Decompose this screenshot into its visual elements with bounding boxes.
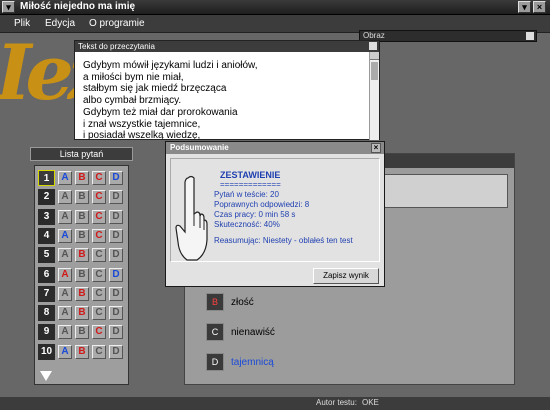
text-line: stałbym się jak miedź brzęcząca bbox=[83, 83, 227, 95]
scroll-thumb[interactable] bbox=[371, 62, 378, 80]
answer-mark-b[interactable]: B bbox=[75, 228, 89, 243]
answer-mark-a[interactable]: A bbox=[58, 190, 72, 205]
question-number[interactable]: 2 bbox=[38, 189, 55, 206]
answer-mark-a[interactable]: A bbox=[58, 209, 72, 224]
answer-mark-b[interactable]: B bbox=[75, 171, 89, 185]
answer-option-b-button[interactable]: B bbox=[206, 293, 224, 311]
answer-mark-b[interactable]: B bbox=[75, 325, 89, 340]
questions-count: Pytań w teście: 20 bbox=[214, 190, 279, 199]
answer-mark-c[interactable]: C bbox=[92, 267, 106, 282]
answer-mark-c[interactable]: C bbox=[92, 325, 106, 340]
question-number[interactable]: 3 bbox=[38, 208, 55, 225]
answer-mark-b[interactable]: B bbox=[75, 286, 89, 301]
system-menu-icon[interactable]: ▾ bbox=[2, 1, 15, 13]
answer-mark-c[interactable]: C bbox=[92, 344, 106, 359]
answer-mark-c[interactable]: C bbox=[92, 248, 106, 263]
text-line: i znał wszystkie tajemnice, bbox=[83, 118, 201, 130]
question-number[interactable]: 8 bbox=[38, 305, 55, 322]
answer-mark-c[interactable]: C bbox=[92, 171, 106, 185]
scroll-down-arrow-icon[interactable] bbox=[40, 371, 52, 381]
answer-mark-d[interactable]: D bbox=[109, 306, 123, 321]
answer-mark-d[interactable]: D bbox=[109, 248, 123, 263]
dialog-close-icon[interactable]: × bbox=[371, 143, 381, 153]
minimize-icon[interactable]: ▾ bbox=[518, 1, 531, 13]
answer-option-text: złość bbox=[231, 297, 254, 308]
question-number[interactable]: 9 bbox=[38, 324, 55, 341]
window-title: Miłość niejedno ma imię bbox=[20, 1, 136, 12]
work-time: Czas pracy: 0 min 58 s bbox=[214, 210, 296, 219]
answer-mark-c[interactable]: C bbox=[92, 228, 106, 243]
answer-mark-a[interactable]: A bbox=[58, 344, 72, 359]
close-icon[interactable]: × bbox=[533, 1, 546, 13]
answer-option-text: tajemnicą bbox=[231, 357, 274, 368]
image-panel: Obraz bbox=[359, 30, 537, 42]
text-line: i posiadał wszelką wiedzę, bbox=[83, 130, 201, 139]
status-bar: Autor testu: OKE bbox=[0, 397, 550, 410]
text-line: albo cymbał brzmiący. bbox=[83, 95, 182, 107]
answer-mark-a[interactable]: A bbox=[58, 248, 72, 263]
reading-text: Gdybym mówił językami ludzi i aniołów, a … bbox=[75, 52, 369, 139]
question-list-button[interactable]: Lista pytań bbox=[30, 147, 133, 161]
image-panel-title: Obraz bbox=[363, 31, 385, 40]
title-bar: ▾ Miłość niejedno ma imię ▾ × bbox=[0, 0, 550, 15]
answer-mark-d[interactable]: D bbox=[109, 171, 123, 185]
dialog-title: Podsumowanie bbox=[170, 143, 229, 152]
question-number[interactable]: 4 bbox=[38, 227, 55, 244]
author-name: OKE bbox=[362, 398, 379, 407]
summary-heading: ZESTAWIENIE bbox=[220, 170, 281, 180]
text-line: a miłości bym nie miał, bbox=[83, 71, 184, 83]
image-panel-close-icon[interactable] bbox=[526, 32, 534, 40]
answer-mark-b[interactable]: B bbox=[75, 267, 89, 282]
answer-mark-c[interactable]: C bbox=[92, 306, 106, 321]
save-result-button[interactable]: Zapisz wynik bbox=[313, 268, 379, 284]
answer-mark-a[interactable]: A bbox=[58, 171, 72, 185]
answer-mark-a[interactable]: A bbox=[58, 306, 72, 321]
answer-mark-a[interactable]: A bbox=[58, 325, 72, 340]
question-number[interactable]: 1 bbox=[38, 170, 55, 186]
answer-option-c-button[interactable]: C bbox=[206, 323, 224, 341]
summary-separator: ============= bbox=[220, 180, 281, 189]
answer-mark-b[interactable]: B bbox=[75, 306, 89, 321]
dialog-header: Podsumowanie × bbox=[166, 142, 384, 154]
efficiency: Skuteczność: 40% bbox=[214, 220, 280, 229]
answer-mark-d[interactable]: D bbox=[109, 325, 123, 340]
text-panel: Tekst do przeczytania Gdybym mówił język… bbox=[74, 40, 380, 140]
answer-mark-d[interactable]: D bbox=[109, 209, 123, 224]
answer-mark-b[interactable]: B bbox=[75, 190, 89, 205]
text-scrollbar[interactable] bbox=[369, 52, 379, 140]
answer-option-text: nienawiść bbox=[231, 327, 275, 338]
answer-mark-b[interactable]: B bbox=[75, 209, 89, 224]
answer-mark-a[interactable]: A bbox=[58, 228, 72, 243]
answer-mark-c[interactable]: C bbox=[92, 209, 106, 224]
answer-mark-d[interactable]: D bbox=[109, 344, 123, 359]
summary-dialog: Podsumowanie × ZESTAWIENIE =============… bbox=[165, 141, 385, 287]
answer-mark-b[interactable]: B bbox=[75, 344, 89, 359]
pointing-hand-icon bbox=[175, 175, 208, 261]
answer-mark-d[interactable]: D bbox=[109, 267, 123, 282]
answer-mark-a[interactable]: A bbox=[58, 267, 72, 282]
question-number[interactable]: 10 bbox=[38, 343, 55, 360]
answer-mark-a[interactable]: A bbox=[58, 286, 72, 301]
text-line: Gdybym też miał dar prorokowania bbox=[83, 106, 238, 118]
text-panel-header: Tekst do przeczytania bbox=[75, 41, 379, 52]
correct-answers: Poprawnych odpowiedzi: 8 bbox=[214, 200, 310, 209]
text-line: Gdybym mówił językami ludzi i aniołów, bbox=[83, 60, 258, 71]
answer-mark-b[interactable]: B bbox=[75, 248, 89, 263]
text-panel-title: Tekst do przeczytania bbox=[78, 42, 155, 51]
question-number[interactable]: 6 bbox=[38, 266, 55, 283]
answer-option-d-button[interactable]: D bbox=[206, 353, 224, 371]
answer-mark-d[interactable]: D bbox=[109, 228, 123, 243]
text-panel-close-icon[interactable] bbox=[369, 42, 377, 50]
question-number[interactable]: 7 bbox=[38, 285, 55, 302]
answer-mark-d[interactable]: D bbox=[109, 190, 123, 205]
question-list: 1ABCD2ABCD3ABCD4ABCD5ABCD6ABCD7ABCD8ABCD… bbox=[34, 165, 129, 385]
question-number[interactable]: 5 bbox=[38, 247, 55, 264]
summary-text: ZESTAWIENIE ============= Pytań w teście… bbox=[214, 170, 353, 246]
answer-mark-c[interactable]: C bbox=[92, 286, 106, 301]
answer-mark-c[interactable]: C bbox=[92, 190, 106, 205]
author-label: Autor testu: bbox=[316, 398, 357, 407]
verdict: Reasumując: Niestety - oblałeś ten test bbox=[214, 236, 353, 245]
scroll-up-icon[interactable] bbox=[370, 52, 379, 60]
answer-mark-d[interactable]: D bbox=[109, 286, 123, 301]
